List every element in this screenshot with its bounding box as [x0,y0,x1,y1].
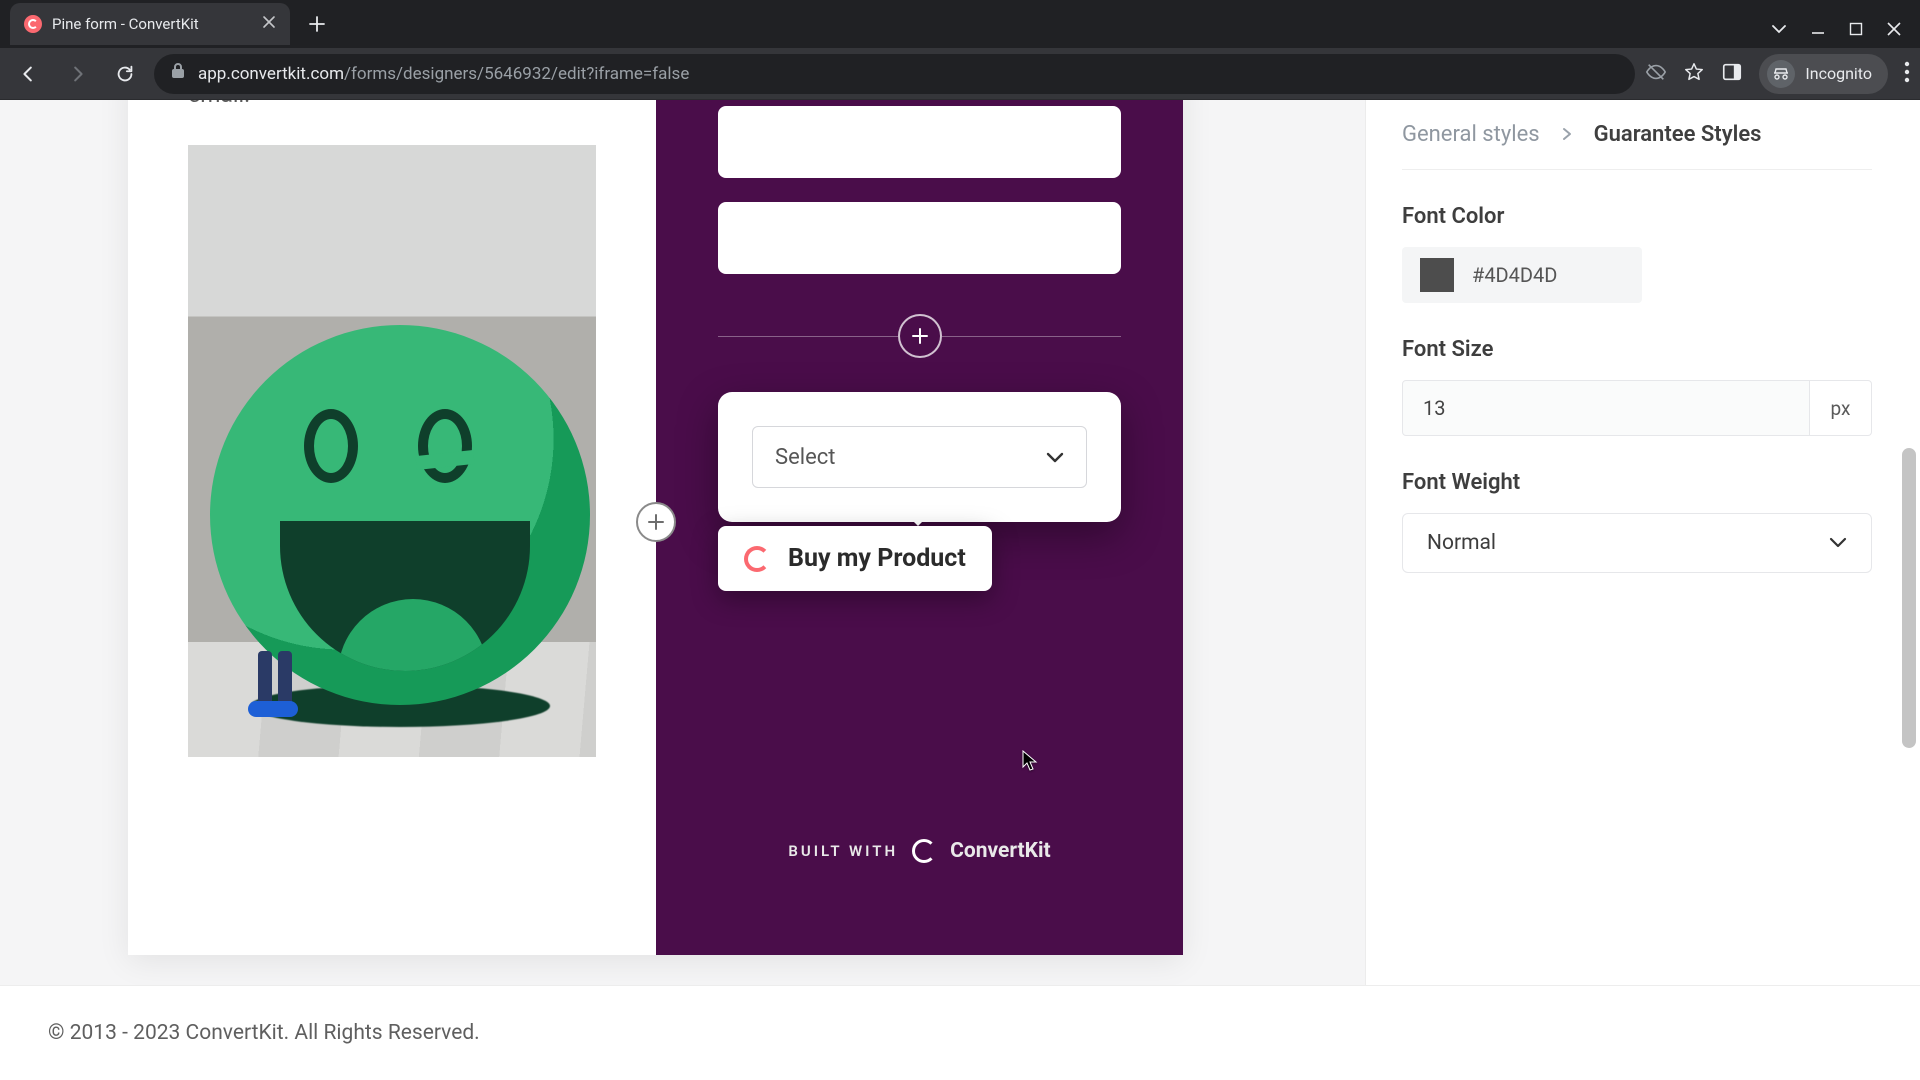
nav-forward-button[interactable] [58,55,96,93]
form-preview-card: email. [128,100,1183,955]
font-weight-select[interactable]: Normal [1402,513,1872,573]
browser-toolbar: app.convertkit.com/forms/designers/56469… [0,48,1920,100]
divider-line [942,336,1122,337]
page-scrollbar[interactable] [1900,108,1918,1072]
crumb-general-styles[interactable]: General styles [1402,122,1540,147]
bookmark-icon[interactable] [1683,61,1705,87]
intro-text-fragment: email. [188,100,596,111]
side-panel-icon[interactable] [1721,61,1743,87]
font-weight-value: Normal [1427,531,1496,555]
url-domain: app.convertkit.com [198,64,344,84]
incognito-icon [1767,60,1795,88]
form-right-panel: Select Buy my Product [656,100,1183,955]
form-text-input[interactable] [718,106,1121,178]
form-canvas: email. [0,100,1365,1080]
page-viewport: email. [0,100,1920,1080]
style-sidebar: General styles Guarantee Styles Font Col… [1365,100,1920,1080]
url-path: /forms/designers/5646932/edit?iframe=fal… [344,64,689,84]
tab-search-icon[interactable] [1770,20,1788,38]
incognito-indicator[interactable]: Incognito [1759,54,1888,94]
nav-back-button[interactable] [10,55,48,93]
buy-product-chip[interactable]: Buy my Product [718,526,992,591]
lock-icon [170,62,186,85]
nav-reload-button[interactable] [106,55,144,93]
font-size-input[interactable] [1402,380,1810,436]
font-size-label: Font Size [1402,337,1872,362]
breadcrumb: General styles Guarantee Styles [1402,122,1872,170]
font-size-unit: px [1810,380,1872,436]
copyright-text: © 2013 - 2023 ConvertKit. All Rights Res… [48,1021,480,1045]
font-color-picker[interactable]: #4D4D4D [1402,247,1642,303]
color-swatch [1420,258,1454,292]
select-popover: Select [718,392,1121,522]
tab-title: Pine form - ConvertKit [52,15,199,33]
builtwith-prefix: BUILT WITH [788,842,898,860]
browser-tab-active[interactable]: Pine form - ConvertKit [10,3,290,45]
product-select[interactable]: Select [752,426,1087,488]
buy-product-label: Buy my Product [788,544,966,573]
divider-line [718,336,898,337]
add-field-button[interactable] [898,314,942,358]
window-close-icon[interactable] [1886,21,1902,37]
window-titlebar: Pine form - ConvertKit [0,0,1920,48]
convertkit-icon [744,546,770,572]
add-section-left-button[interactable] [636,502,676,542]
page-footer: © 2013 - 2023 ConvertKit. All Rights Res… [0,985,1920,1080]
chevron-right-icon [1562,122,1572,147]
form-text-input[interactable] [718,202,1121,274]
built-with-badge[interactable]: BUILT WITH ConvertKit [656,839,1183,863]
window-maximize-icon[interactable] [1848,21,1864,37]
chevron-down-icon [1046,445,1064,470]
chevron-down-icon [1829,531,1847,555]
tab-close-icon[interactable] [262,15,276,33]
convertkit-logo-icon [912,839,936,863]
convertkit-favicon-icon [24,15,42,33]
window-minimize-icon[interactable] [1810,21,1826,37]
new-tab-button[interactable] [300,7,334,41]
select-placeholder: Select [775,445,835,470]
builtwith-brand: ConvertKit [950,839,1051,863]
font-color-value: #4D4D4D [1472,263,1557,287]
font-weight-label: Font Weight [1402,470,1872,495]
tracking-protection-icon[interactable] [1645,61,1667,87]
incognito-label: Incognito [1805,64,1872,83]
scrollbar-thumb[interactable] [1902,448,1916,748]
form-image[interactable] [188,145,596,757]
crumb-guarantee-styles: Guarantee Styles [1594,122,1762,147]
kebab-menu-icon[interactable] [1904,61,1910,87]
address-bar[interactable]: app.convertkit.com/forms/designers/56469… [154,54,1635,94]
font-color-label: Font Color [1402,204,1872,229]
